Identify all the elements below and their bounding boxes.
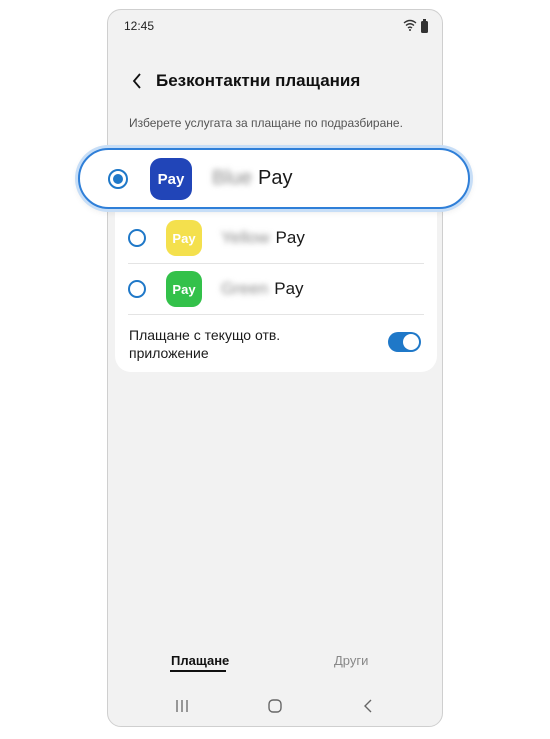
yellow-pay-icon: Pay [166,220,202,256]
subtitle: Изберете услугата за плащане по подразби… [129,116,403,130]
app-name: Green Pay [221,279,304,299]
payment-option-blue-highlight[interactable]: Pay Blue Pay [78,148,470,209]
page-title: Безконтактни плащания [156,71,361,90]
toggle-label: Плащане с текущо отв. приложение [129,327,281,361]
app-name-blurred: Yellow [221,228,270,247]
app-name-blurred: Blue [212,167,253,189]
tab-underline [170,670,226,672]
radio-button-selected[interactable] [108,169,128,189]
app-name-suffix: Pay [274,279,304,298]
divider [128,314,424,315]
status-time: 12:45 [124,19,155,33]
tab-payment[interactable]: Плащане [171,653,229,668]
radio-dot [113,174,123,184]
radio-button[interactable] [128,280,146,298]
chevron-left-icon[interactable] [128,70,146,92]
current-app-toggle[interactable] [388,332,421,352]
status-icons [403,18,428,36]
radio-button[interactable] [128,229,146,247]
tab-other[interactable]: Други [334,653,368,668]
navigation-bar [108,692,442,720]
bottom-tabs: Плащане Други [108,650,442,678]
payment-option-yellow[interactable]: Pay Yellow Pay [115,213,437,263]
app-name-blurred: Green [221,279,269,298]
phone-screen: 12:45 Безконтактни плащания Изберете усл… [107,9,443,727]
home-icon[interactable] [265,697,285,715]
recents-icon[interactable] [172,697,192,715]
green-pay-icon: Pay [166,271,202,307]
app-name-suffix: Pay [275,228,305,247]
battery-icon [421,19,428,33]
nav-back-icon[interactable] [358,697,378,715]
blue-pay-icon: Pay [150,158,192,200]
status-bar: 12:45 [108,10,442,42]
app-name: Yellow Pay [221,228,305,248]
header: Безконтактни плащания [128,66,360,96]
wifi-icon [403,18,417,36]
app-name: Blue Pay [212,167,293,190]
toggle-knob [403,334,419,350]
app-name-suffix: Pay [258,167,293,189]
payment-option-green[interactable]: Pay Green Pay [115,264,437,314]
